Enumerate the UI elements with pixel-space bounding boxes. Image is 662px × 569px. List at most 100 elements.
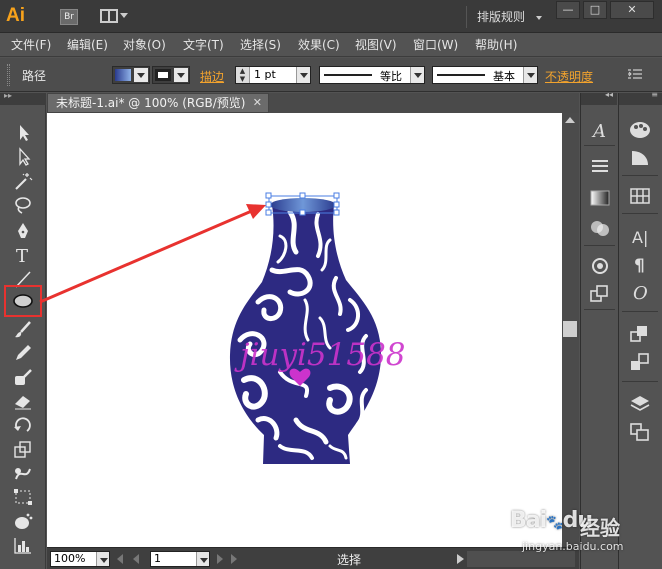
chevron-down-icon[interactable]: [96, 552, 109, 566]
artboards-icon[interactable]: [628, 421, 652, 443]
paintbrush-tool-icon[interactable]: [12, 319, 34, 339]
svg-text:A|: A|: [632, 228, 648, 247]
tools-panel-header[interactable]: ▸▸: [0, 91, 46, 105]
opacity-panel-link[interactable]: 不透明度: [545, 68, 593, 85]
menu-help[interactable]: 帮助(H): [475, 37, 517, 53]
maximize-button[interactable]: □: [583, 1, 607, 19]
scroll-up-icon[interactable]: [565, 117, 575, 123]
direct-selection-tool-icon[interactable]: [12, 147, 34, 167]
gradient-icon[interactable]: [588, 187, 612, 209]
stepper-icon[interactable]: ▲ ▼: [236, 67, 250, 83]
menu-type[interactable]: 文字(T): [183, 37, 224, 53]
panel-dock-left: ◂◂ A: [580, 90, 617, 569]
symbol-sprayer-tool-icon[interactable]: [12, 511, 34, 531]
menu-bar: 文件(F) 编辑(E) 对象(O) 文字(T) 选择(S) 效果(C) 视图(V…: [0, 33, 662, 57]
panel-grip[interactable]: [7, 64, 10, 86]
variable-width-profile-dropdown[interactable]: 等比: [319, 66, 425, 84]
pen-tool-icon[interactable]: [12, 221, 34, 241]
panel-dock-right: ≡ A| ¶ O: [618, 90, 662, 569]
dock-separator: [622, 213, 658, 214]
warp-tool-icon[interactable]: [12, 463, 34, 483]
free-transform-tool-icon[interactable]: [12, 487, 34, 507]
arrange-documents-icon: [100, 9, 118, 23]
workspace-switcher[interactable]: 排版规则: [466, 6, 548, 28]
lasso-tool-icon[interactable]: [12, 195, 34, 215]
current-tool-status: 选择: [337, 553, 362, 567]
graphic-styles-icon[interactable]: [628, 323, 652, 345]
blob-brush-tool-icon[interactable]: [12, 367, 34, 387]
dock-header[interactable]: ≡: [619, 90, 662, 105]
baidu-watermark: Bai🐾du 经验 jingyan.baidu.com: [500, 508, 660, 566]
stroke-color-dropdown[interactable]: [152, 66, 190, 84]
menu-window[interactable]: 窗口(W): [413, 37, 458, 53]
align-icon[interactable]: [588, 155, 612, 177]
magic-wand-tool-icon[interactable]: [12, 171, 34, 191]
last-artboard-icon[interactable]: [231, 554, 237, 564]
stroke-panel-link[interactable]: 描边: [200, 68, 224, 85]
dock-header[interactable]: ◂◂: [581, 90, 617, 105]
vertical-scrollbar[interactable]: [562, 113, 579, 547]
opentype-icon[interactable]: O: [628, 281, 652, 304]
stroke-weight-value: 1 pt: [254, 68, 276, 81]
dock-separator: [622, 381, 658, 382]
eraser-tool-icon[interactable]: [12, 391, 34, 411]
chevron-down-icon[interactable]: [196, 552, 209, 566]
previous-artboard-icon[interactable]: [133, 554, 139, 564]
brush-definition-dropdown[interactable]: 基本: [432, 66, 538, 84]
type-tool-icon[interactable]: T: [12, 245, 34, 267]
artboard-canvas[interactable]: [47, 113, 562, 547]
arrange-documents-button[interactable]: [100, 9, 128, 25]
status-menu-icon[interactable]: [457, 554, 464, 564]
artboard-number-value: 1: [154, 552, 161, 565]
symbols-icon[interactable]: [588, 255, 612, 277]
dock-separator: [584, 309, 615, 310]
line-profile-icon: [324, 74, 372, 76]
graph-tool-icon[interactable]: [12, 535, 34, 555]
panel-menu-icon[interactable]: ≡: [651, 90, 658, 99]
ellipse-tool-icon[interactable]: [12, 291, 34, 311]
links-icon[interactable]: [588, 283, 612, 305]
menu-object[interactable]: 对象(O): [123, 37, 166, 53]
collapse-icon[interactable]: ▸▸: [4, 91, 12, 100]
menu-file[interactable]: 文件(F): [11, 37, 51, 53]
next-artboard-icon[interactable]: [217, 554, 223, 564]
zoom-level-field[interactable]: 100%: [50, 551, 110, 567]
close-window-button[interactable]: ✕: [610, 1, 654, 19]
svg-text:O: O: [633, 283, 648, 303]
appearance-icon[interactable]: [628, 351, 652, 373]
transparency-icon[interactable]: [588, 217, 612, 239]
menu-edit[interactable]: 编辑(E): [67, 37, 108, 53]
zoom-level-value: 100%: [54, 552, 86, 565]
scale-tool-icon[interactable]: [12, 439, 34, 459]
paragraph-icon[interactable]: ¶: [628, 253, 652, 276]
rotate-tool-icon[interactable]: [12, 415, 34, 435]
selection-tool-icon[interactable]: [12, 123, 34, 143]
fill-color-dropdown[interactable]: [112, 66, 150, 84]
menu-select[interactable]: 选择(S): [240, 37, 281, 53]
close-tab-icon[interactable]: ✕: [253, 94, 262, 112]
scrollbar-thumb[interactable]: [563, 321, 577, 337]
bridge-button[interactable]: Br: [60, 9, 78, 25]
layers-icon[interactable]: [628, 393, 652, 415]
minimize-button[interactable]: —: [556, 1, 580, 19]
brush-label: 基本: [493, 70, 515, 83]
pencil-tool-icon[interactable]: [12, 343, 34, 363]
first-artboard-icon[interactable]: [117, 554, 123, 564]
color-guide-icon[interactable]: [628, 147, 652, 169]
svg-text:A: A: [591, 121, 606, 141]
document-tab[interactable]: 未标题-1.ai* @ 100% (RGB/预览) ✕: [47, 93, 269, 113]
character-icon[interactable]: A|: [628, 225, 652, 247]
panel-menu-icon[interactable]: [628, 69, 642, 79]
color-icon[interactable]: [628, 119, 652, 141]
menu-view[interactable]: 视图(V): [355, 37, 397, 53]
menu-effect[interactable]: 效果(C): [298, 37, 340, 53]
artboard-number-field[interactable]: 1: [150, 551, 210, 567]
selection-type-label: 路径: [22, 69, 47, 83]
watermark-url: jingyan.baidu.com: [522, 540, 624, 553]
swatches-grid-icon[interactable]: [628, 185, 652, 207]
stroke-weight-field[interactable]: ▲ ▼ 1 pt: [235, 66, 311, 84]
collapse-icon[interactable]: ◂◂: [605, 90, 613, 99]
character-styles-icon[interactable]: A: [588, 119, 612, 142]
brush-stroke-icon: [437, 74, 485, 76]
chevron-down-icon[interactable]: [296, 67, 310, 83]
